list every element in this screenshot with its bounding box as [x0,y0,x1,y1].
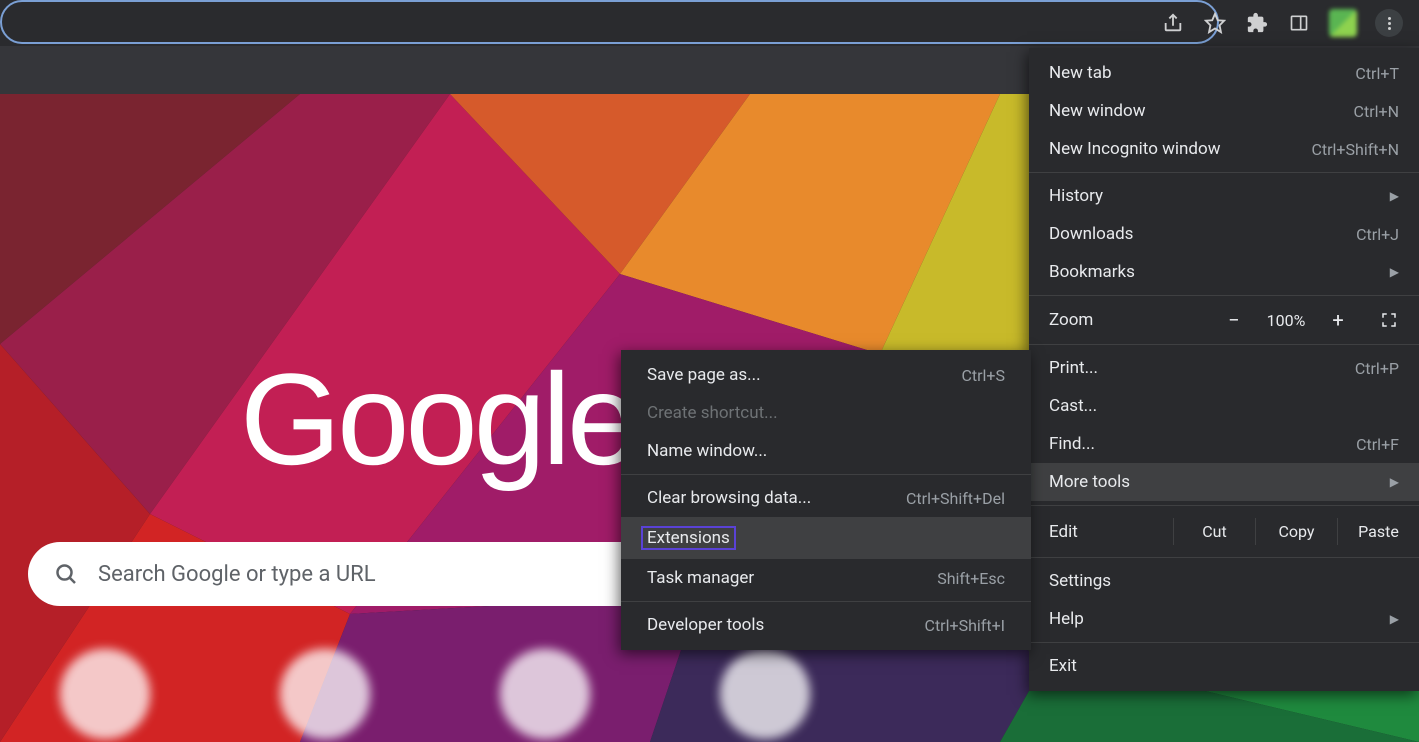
menu-shortcut: Ctrl+Shift+N [1311,140,1399,159]
menu-label: More tools [1049,472,1130,492]
search-icon [54,562,78,586]
chrome-menu: New tab Ctrl+T New window Ctrl+N New Inc… [1029,48,1419,691]
menu-separator [621,474,1031,475]
menu-label: Developer tools [647,615,764,635]
share-icon[interactable] [1161,11,1185,35]
profile-avatar[interactable] [1329,9,1357,37]
menu-edit: Edit Cut Copy Paste [1029,510,1419,553]
menu-label: Help [1049,609,1084,629]
menu-more-tools[interactable]: More tools ▶ [1029,463,1419,501]
menu-label: Settings [1049,571,1111,591]
menu-exit[interactable]: Exit [1029,647,1419,685]
browser-toolbar [0,0,1419,46]
search-placeholder: Search Google or type a URL [98,562,376,587]
submenu-task-manager[interactable]: Task manager Shift+Esc [621,559,1031,597]
shortcut-tile[interactable] [280,649,370,739]
menu-bookmarks[interactable]: Bookmarks ▶ [1029,253,1419,291]
address-bar-outline[interactable] [0,0,1219,44]
chevron-right-icon: ▶ [1390,612,1399,626]
menu-label: Bookmarks [1049,262,1135,282]
menu-shortcut: Ctrl+Shift+I [925,616,1005,635]
menu-label: Task manager [647,568,754,588]
menu-button[interactable] [1375,9,1403,37]
chevron-right-icon: ▶ [1390,265,1399,279]
menu-shortcut: Ctrl+F [1356,435,1399,454]
shortcut-tile[interactable] [720,649,810,739]
menu-help[interactable]: Help ▶ [1029,600,1419,638]
submenu-dev-tools[interactable]: Developer tools Ctrl+Shift+I [621,606,1031,644]
menu-settings[interactable]: Settings [1029,562,1419,600]
menu-separator [1029,344,1419,345]
menu-label: Name window... [647,441,767,461]
google-logo: Google [240,344,635,494]
zoom-out-button[interactable]: − [1213,308,1255,332]
menu-new-incognito[interactable]: New Incognito window Ctrl+Shift+N [1029,130,1419,168]
zoom-in-button[interactable]: + [1317,308,1359,332]
edit-cut-button[interactable]: Cut [1173,518,1255,545]
menu-label: Find... [1049,434,1095,454]
edit-label: Edit [1049,522,1173,542]
shortcuts-row [60,649,810,739]
menu-label: Create shortcut... [647,403,778,423]
menu-label: Print... [1049,358,1098,378]
zoom-label: Zoom [1049,310,1213,330]
menu-shortcut: Ctrl+N [1354,102,1399,121]
menu-shortcut: Ctrl+S [961,366,1005,385]
menu-label: New window [1049,101,1146,121]
menu-label: Clear browsing data... [647,488,811,508]
menu-shortcut: Shift+Esc [937,569,1005,588]
star-icon[interactable] [1203,11,1227,35]
menu-shortcut: Ctrl+P [1355,359,1399,378]
menu-separator [621,601,1031,602]
chevron-right-icon: ▶ [1390,189,1399,203]
more-tools-submenu: Save page as... Ctrl+S Create shortcut..… [621,350,1031,650]
shortcut-tile[interactable] [60,649,150,739]
submenu-save-page[interactable]: Save page as... Ctrl+S [621,356,1031,394]
zoom-value: 100% [1255,311,1317,330]
edit-paste-button[interactable]: Paste [1337,518,1419,545]
menu-label: Extensions [641,526,736,550]
menu-history[interactable]: History ▶ [1029,177,1419,215]
chevron-right-icon: ▶ [1390,475,1399,489]
fullscreen-button[interactable] [1359,311,1419,329]
menu-shortcut: Ctrl+T [1355,64,1399,83]
menu-label: History [1049,186,1103,206]
edit-copy-button[interactable]: Copy [1255,518,1337,545]
menu-new-tab[interactable]: New tab Ctrl+T [1029,54,1419,92]
menu-separator [1029,172,1419,173]
submenu-clear-data[interactable]: Clear browsing data... Ctrl+Shift+Del [621,479,1031,517]
menu-zoom: Zoom − 100% + [1029,300,1419,340]
extensions-icon[interactable] [1245,11,1269,35]
submenu-create-shortcut: Create shortcut... [621,394,1031,432]
menu-shortcut: Ctrl+J [1356,225,1399,244]
menu-separator [1029,295,1419,296]
menu-label: Cast... [1049,396,1097,416]
sidepanel-icon[interactable] [1287,11,1311,35]
menu-cast[interactable]: Cast... [1029,387,1419,425]
menu-new-window[interactable]: New window Ctrl+N [1029,92,1419,130]
menu-shortcut: Ctrl+Shift+Del [906,489,1005,508]
menu-separator [1029,557,1419,558]
submenu-name-window[interactable]: Name window... [621,432,1031,470]
menu-label: New Incognito window [1049,139,1220,159]
menu-separator [1029,505,1419,506]
menu-label: Downloads [1049,224,1133,244]
menu-separator [1029,642,1419,643]
submenu-extensions[interactable]: Extensions [621,517,1031,559]
menu-label: Exit [1049,656,1077,676]
shortcut-tile[interactable] [500,649,590,739]
menu-label: New tab [1049,63,1112,83]
menu-downloads[interactable]: Downloads Ctrl+J [1029,215,1419,253]
menu-print[interactable]: Print... Ctrl+P [1029,349,1419,387]
menu-label: Save page as... [647,365,761,385]
menu-find[interactable]: Find... Ctrl+F [1029,425,1419,463]
